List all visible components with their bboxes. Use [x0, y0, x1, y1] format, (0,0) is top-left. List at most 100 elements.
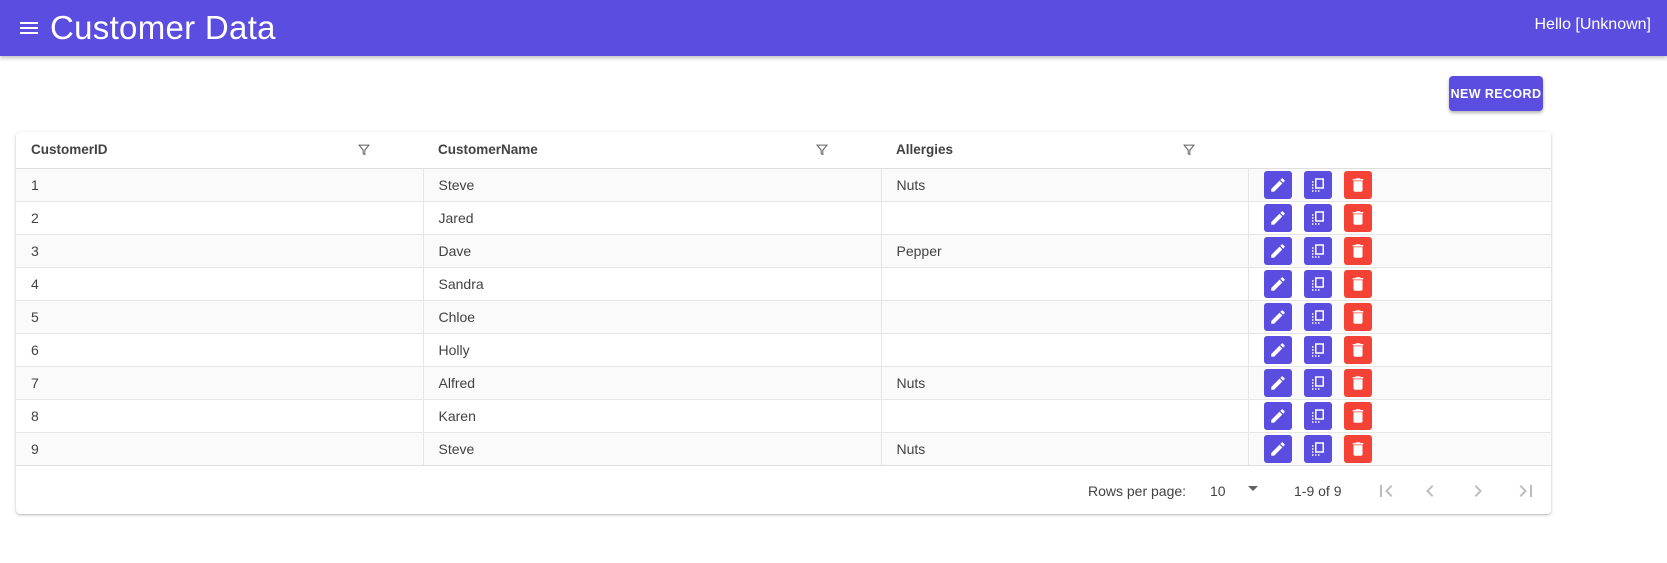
- delete-icon: [1352, 210, 1363, 225]
- cell-allergies[interactable]: Nuts: [881, 432, 1249, 466]
- cell-customername[interactable]: Dave: [423, 234, 882, 268]
- cell-allergies[interactable]: [881, 333, 1249, 367]
- row-actions: [1263, 170, 1552, 199]
- next-page-icon[interactable]: [1466, 479, 1490, 503]
- delete-button[interactable]: [1343, 302, 1372, 331]
- edit-button[interactable]: [1263, 170, 1292, 199]
- table-row[interactable]: 5 Chloe: [16, 300, 1552, 334]
- cell-customername[interactable]: Chloe: [423, 300, 882, 334]
- edit-icon: [1270, 441, 1285, 456]
- copy-icon: [1311, 276, 1324, 291]
- edit-icon: [1270, 210, 1285, 225]
- edit-button[interactable]: [1263, 434, 1292, 463]
- filter-icon[interactable]: [814, 142, 830, 158]
- copy-button[interactable]: [1303, 269, 1332, 298]
- delete-button[interactable]: [1343, 401, 1372, 430]
- last-page-icon[interactable]: [1514, 479, 1538, 503]
- delete-icon: [1352, 177, 1363, 192]
- cell-actions: [1248, 168, 1552, 202]
- column-header-customerid[interactable]: CustomerID: [16, 132, 423, 169]
- edit-button[interactable]: [1263, 236, 1292, 265]
- delete-button[interactable]: [1343, 335, 1372, 364]
- cell-customername[interactable]: Steve: [423, 168, 882, 202]
- cell-customerid[interactable]: 8: [16, 399, 424, 433]
- delete-icon: [1352, 243, 1363, 258]
- copy-button[interactable]: [1303, 302, 1332, 331]
- cell-allergies[interactable]: [881, 201, 1249, 235]
- cell-customerid[interactable]: 3: [16, 234, 424, 268]
- row-actions: [1263, 302, 1552, 331]
- new-record-button[interactable]: NEW RECORD: [1449, 76, 1543, 111]
- cell-allergies[interactable]: [881, 399, 1249, 433]
- cell-customerid[interactable]: 1: [16, 168, 424, 202]
- cell-customerid[interactable]: 9: [16, 432, 424, 466]
- edit-button[interactable]: [1263, 269, 1292, 298]
- row-actions: [1263, 269, 1552, 298]
- cell-actions: [1248, 399, 1551, 433]
- row-actions: [1263, 236, 1552, 265]
- cell-allergies[interactable]: [881, 267, 1249, 301]
- column-header-customername[interactable]: CustomerName: [423, 132, 881, 169]
- copy-button[interactable]: [1303, 368, 1332, 397]
- delete-icon: [1352, 309, 1363, 324]
- edit-button[interactable]: [1263, 401, 1292, 430]
- copy-button[interactable]: [1303, 434, 1332, 463]
- row-actions: [1263, 434, 1552, 463]
- cell-customerid[interactable]: 7: [16, 366, 424, 400]
- delete-button[interactable]: [1343, 269, 1372, 298]
- cell-customername[interactable]: Holly: [423, 333, 882, 367]
- copy-button[interactable]: [1303, 236, 1332, 265]
- cell-customername[interactable]: Karen: [423, 399, 882, 433]
- table-row[interactable]: 9 Steve Nuts: [16, 432, 1552, 466]
- page-title: Customer Data: [50, 9, 276, 46]
- edit-button[interactable]: [1263, 302, 1292, 331]
- table-row[interactable]: 8 Karen: [16, 399, 1551, 433]
- cell-allergies[interactable]: Nuts: [881, 366, 1249, 400]
- edit-button[interactable]: [1263, 203, 1292, 232]
- first-page-icon[interactable]: [1374, 479, 1398, 503]
- delete-button[interactable]: [1343, 203, 1372, 232]
- table-row[interactable]: 7 Alfred Nuts: [16, 366, 1551, 400]
- menu-icon[interactable]: [17, 16, 41, 40]
- copy-button[interactable]: [1303, 170, 1332, 199]
- filter-icon[interactable]: [1181, 142, 1197, 158]
- table-row[interactable]: 3 Dave Pepper: [16, 234, 1552, 268]
- copy-button[interactable]: [1303, 335, 1332, 364]
- cell-customername[interactable]: Sandra: [423, 267, 882, 301]
- cell-customerid[interactable]: 4: [16, 267, 424, 301]
- column-header-allergies[interactable]: Allergies: [881, 132, 1248, 169]
- cell-customername[interactable]: Jared: [423, 201, 882, 235]
- cell-customername[interactable]: Alfred: [423, 366, 882, 400]
- cell-allergies[interactable]: Pepper: [881, 234, 1249, 268]
- table-row[interactable]: 1 Steve Nuts: [16, 168, 1552, 202]
- filter-icon[interactable]: [356, 142, 372, 158]
- copy-icon: [1311, 342, 1324, 357]
- edit-icon: [1270, 243, 1285, 258]
- delete-button[interactable]: [1343, 434, 1372, 463]
- column-header-actions: [1248, 132, 1551, 169]
- cell-customerid[interactable]: 6: [16, 333, 424, 367]
- edit-button[interactable]: [1263, 335, 1292, 364]
- table-row[interactable]: 6 Holly: [16, 333, 1552, 367]
- rows-per-page-select[interactable]: 10: [1210, 483, 1260, 503]
- copy-button[interactable]: [1303, 401, 1332, 430]
- edit-icon: [1270, 342, 1285, 357]
- previous-page-icon[interactable]: [1418, 479, 1442, 503]
- delete-button[interactable]: [1343, 368, 1372, 397]
- copy-button[interactable]: [1303, 203, 1332, 232]
- copy-icon: [1311, 375, 1324, 390]
- edit-button[interactable]: [1263, 368, 1292, 397]
- cell-actions: [1248, 366, 1551, 400]
- delete-button[interactable]: [1343, 236, 1372, 265]
- row-actions: [1263, 335, 1552, 364]
- table-row[interactable]: 2 Jared: [16, 201, 1551, 235]
- cell-allergies[interactable]: Nuts: [881, 168, 1249, 202]
- cell-customername[interactable]: Steve: [423, 432, 882, 466]
- delete-button[interactable]: [1343, 170, 1372, 199]
- cell-allergies[interactable]: [881, 300, 1249, 334]
- cell-customerid[interactable]: 2: [16, 201, 424, 235]
- table-row[interactable]: 4 Sandra: [16, 267, 1552, 301]
- edit-icon: [1270, 309, 1285, 324]
- cell-customerid[interactable]: 5: [16, 300, 424, 334]
- cell-actions: [1248, 432, 1552, 466]
